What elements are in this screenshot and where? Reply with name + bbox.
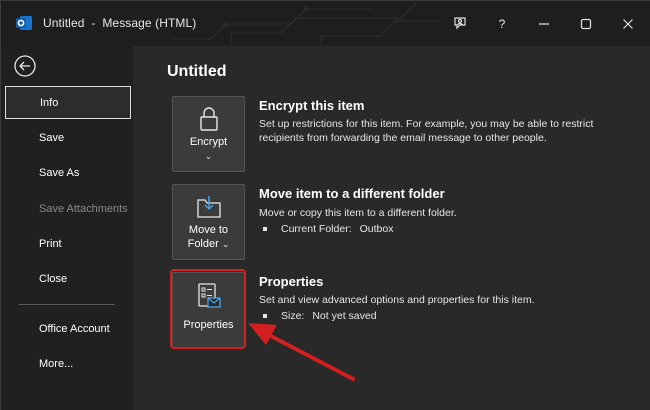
properties-heading: Properties [259, 274, 324, 289]
sidebar-item-save-attachments: Save Attachments [5, 192, 131, 225]
move-to-label-line1: Move to [188, 224, 229, 236]
sidebar-item-label: Save As [39, 166, 80, 179]
sidebar-item-print[interactable]: Print [5, 227, 131, 260]
move-to-label-line2: Folder ⌄ [173, 238, 244, 251]
maximize-icon [580, 18, 592, 29]
bullet-icon [263, 227, 267, 231]
chevron-down-icon: ⌄ [221, 239, 230, 249]
page-title: Untitled [167, 63, 227, 80]
encrypt-heading: Encrypt this item [259, 98, 365, 113]
current-folder-value: Outbox [359, 223, 394, 235]
sidebar-item-save-as[interactable]: Save As [5, 156, 131, 189]
title-bar-decoration [171, 2, 441, 46]
current-folder-label: Current Folder: [281, 223, 352, 235]
encrypt-label: Encrypt [189, 136, 228, 148]
move-heading: Move item to a different folder [259, 186, 445, 201]
size-detail: Size: Not yet saved [263, 310, 377, 322]
outlook-icon [16, 16, 32, 30]
sidebar-item-more[interactable]: More... [5, 347, 131, 380]
close-button[interactable] [607, 1, 649, 46]
sidebar-item-label: Print [39, 237, 62, 250]
sidebar-item-close[interactable]: Close [5, 262, 131, 295]
sidebar-item-label: Save [39, 131, 65, 144]
size-label: Size: [281, 310, 305, 322]
size-value: Not yet saved [312, 310, 377, 322]
window-title: Untitled - Message (HTML) [43, 16, 197, 30]
sidebar-item-info[interactable]: Info [5, 86, 131, 119]
current-folder-detail: Current Folder: Outbox [263, 223, 393, 235]
move-description: Move or copy this item to a different fo… [259, 207, 457, 219]
encrypt-button[interactable]: Encrypt ⌄ [172, 96, 245, 172]
bullet-icon [263, 314, 267, 318]
sidebar-item-label: More... [39, 357, 74, 370]
sidebar-divider [19, 304, 115, 305]
maximize-button[interactable] [565, 1, 607, 46]
coaching-icon [454, 16, 466, 29]
minimize-icon [539, 22, 549, 25]
chevron-down-icon: ⌄ [204, 151, 213, 161]
sidebar-item-label: Office Account [39, 322, 110, 335]
help-button[interactable]: ? [481, 1, 523, 46]
title-bar: Untitled - Message (HTML) ? [1, 1, 650, 46]
minimize-button[interactable] [523, 1, 565, 46]
close-icon [623, 18, 633, 29]
outlook-message-window: Untitled - Message (HTML) ? Info Save Sa… [0, 0, 650, 410]
move-to-folder-icon [196, 196, 221, 218]
sidebar-item-label: Close [39, 272, 68, 285]
sidebar-item-office-account[interactable]: Office Account [5, 312, 131, 345]
help-icon: ? [498, 16, 506, 31]
properties-description: Set and view advanced options and proper… [259, 294, 535, 306]
sidebar-item-label: Info [40, 96, 59, 109]
encrypt-description: Set up restrictions for this item. For e… [259, 118, 594, 144]
lock-icon [199, 107, 218, 131]
sidebar-item-save[interactable]: Save [5, 121, 131, 154]
coaching-button[interactable] [439, 1, 481, 46]
move-to-label-folder: Folder [187, 238, 219, 250]
move-to-folder-button[interactable]: Move to Folder ⌄ [172, 184, 245, 260]
backstage-sidebar: Info Save Save As Save Attachments Print… [1, 46, 133, 410]
sidebar-item-label: Save Attachments [39, 202, 128, 215]
info-pane: Untitled Encrypt ⌄ Encrypt this item Set… [133, 46, 650, 410]
properties-highlight-box [170, 269, 246, 349]
back-arrow-icon[interactable] [13, 54, 37, 78]
